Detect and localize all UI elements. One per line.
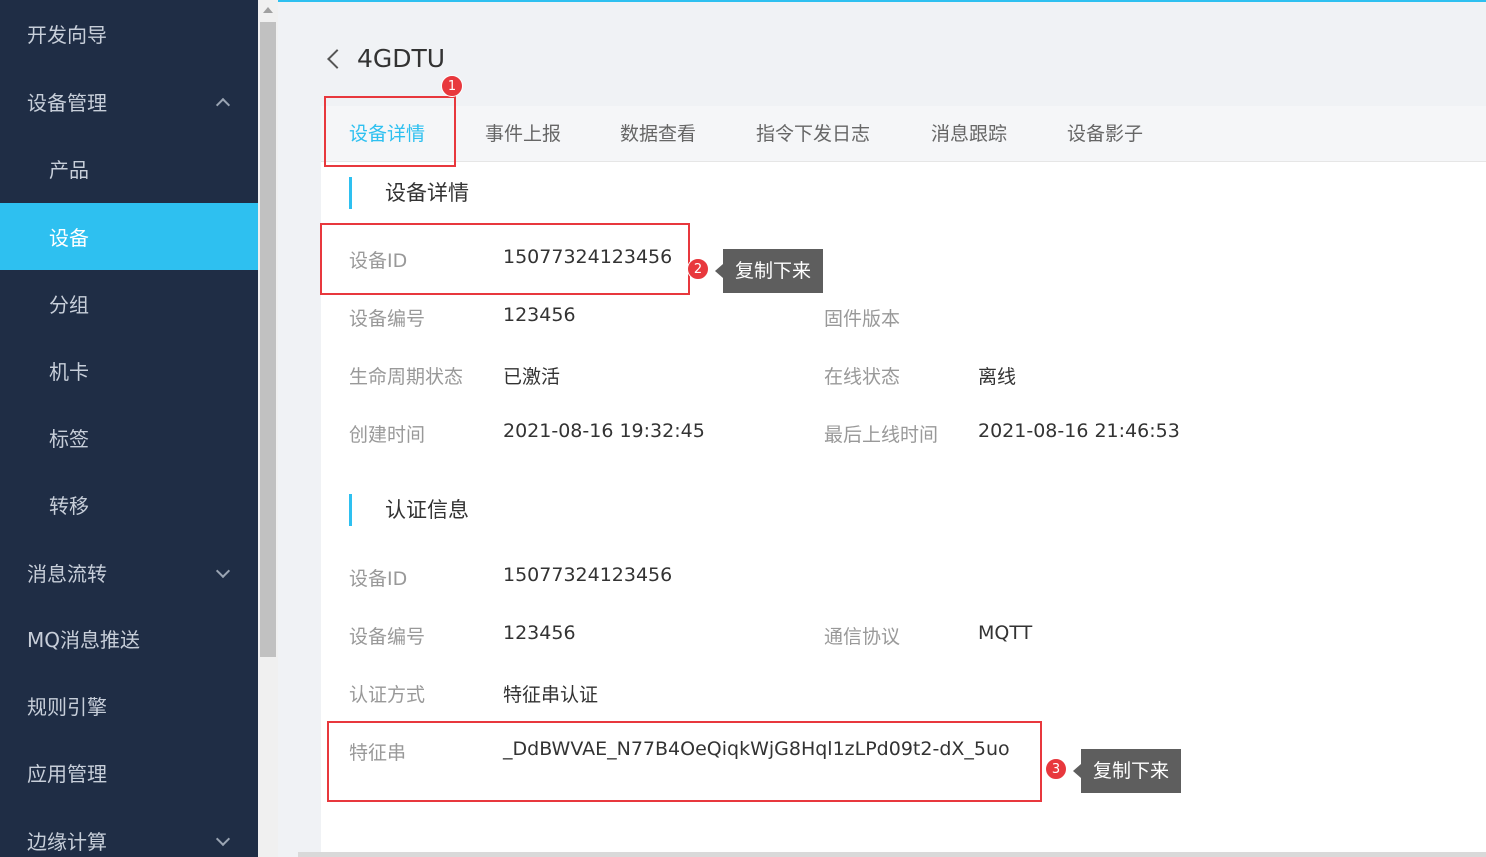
sidebar-item-label: 开发向导	[27, 23, 107, 47]
sidebar-item-device-mgmt[interactable]: 设备管理	[0, 68, 258, 135]
annotation-badge-2: 2	[687, 258, 709, 280]
sidebar-item-label: 标签	[49, 427, 89, 451]
detail-panel: 设备详情 设备ID 15077324123456 设备编号 123456 固件版…	[321, 162, 1486, 852]
section-title-device-detail: 设备详情	[349, 177, 469, 209]
annotation-badge-1: 1	[441, 75, 463, 97]
scrollbar-thumb[interactable]	[260, 22, 276, 657]
auth-device-no-value: 123456	[503, 622, 576, 644]
lifecycle-value: 已激活	[503, 366, 561, 388]
lifecycle-label: 生命周期状态	[349, 366, 464, 388]
sidebar-item-label: 设备	[49, 226, 89, 250]
sidebar-item-mq-push[interactable]: MQ消息推送	[0, 605, 258, 672]
page-title: 4GDTU	[357, 44, 446, 73]
annotation-tooltip-2: 复制下来	[714, 249, 824, 293]
created-time-value: 2021-08-16 19:32:45	[503, 420, 705, 442]
sidebar-item-label: 设备管理	[27, 91, 107, 115]
sidebar-item-device[interactable]: 设备	[0, 203, 258, 270]
scroll-up-arrow-icon[interactable]	[263, 7, 273, 13]
back-arrow-icon[interactable]	[327, 49, 347, 69]
sidebar-item-dev-guide[interactable]: 开发向导	[0, 0, 258, 67]
top-accent-line	[278, 0, 1486, 2]
tabs-bar: 设备详情 事件上报 数据查看 指令下发日志 消息跟踪 设备影子	[321, 106, 1486, 162]
sidebar-item-transfer[interactable]: 转移	[0, 471, 258, 538]
main-content: 4GDTU 设备详情 事件上报 数据查看 指令下发日志 消息跟踪 设备影子 设备…	[278, 0, 1486, 857]
online-status-label: 在线状态	[824, 366, 901, 388]
sidebar-item-label: 应用管理	[27, 762, 107, 786]
feature-string-value[interactable]: _DdBWVAE_N77B4OeQiqkWjG8Hql1zLPd09t2-dX_…	[503, 738, 1010, 760]
auth-device-no-label: 设备编号	[349, 626, 426, 648]
sidebar-scrollbar[interactable]	[258, 0, 278, 857]
device-no-value: 123456	[503, 304, 576, 326]
tab-message-trace[interactable]: 消息跟踪	[931, 106, 1007, 162]
last-online-label: 最后上线时间	[824, 424, 939, 446]
sidebar-item-edge[interactable]: 边缘计算	[0, 807, 258, 857]
sidebar-item-app-mgmt[interactable]: 应用管理	[0, 739, 258, 806]
chevron-down-icon	[215, 563, 231, 578]
firmware-label: 固件版本	[824, 308, 901, 330]
horizontal-scrollbar[interactable]	[298, 852, 1486, 857]
sidebar-item-label: MQ消息推送	[27, 628, 140, 652]
sidebar-item-tag[interactable]: 标签	[0, 404, 258, 471]
annotation-badge-3: 3	[1045, 758, 1067, 780]
sidebar-item-label: 边缘计算	[27, 830, 107, 854]
tab-data-view[interactable]: 数据查看	[620, 106, 696, 162]
online-status-value: 离线	[978, 366, 1017, 388]
tab-command-log[interactable]: 指令下发日志	[756, 106, 870, 162]
device-id-value: 15077324123456	[503, 246, 673, 268]
chevron-up-icon	[215, 97, 231, 112]
sidebar-item-label: 机卡	[49, 360, 89, 384]
created-time-label: 创建时间	[349, 424, 426, 446]
sidebar-item-label: 分组	[49, 293, 89, 317]
protocol-label: 通信协议	[824, 626, 901, 648]
tab-device-detail[interactable]: 设备详情	[349, 106, 425, 162]
sidebar-item-sim[interactable]: 机卡	[0, 337, 258, 404]
sidebar: 开发向导 设备管理 产品 设备 分组 机卡 标签 转移 消息流转 MQ消息推送 …	[0, 0, 258, 857]
sidebar-item-product[interactable]: 产品	[0, 135, 258, 202]
chevron-down-icon	[215, 831, 231, 846]
sidebar-item-group[interactable]: 分组	[0, 270, 258, 337]
sidebar-item-rule-engine[interactable]: 规则引擎	[0, 672, 258, 739]
sidebar-item-label: 转移	[49, 494, 89, 518]
sidebar-item-label: 规则引擎	[27, 695, 107, 719]
device-no-label: 设备编号	[349, 308, 426, 330]
tab-event-report[interactable]: 事件上报	[485, 106, 561, 162]
sidebar-item-label: 消息流转	[27, 562, 107, 586]
device-id-label: 设备ID	[349, 250, 408, 272]
section-title-auth-info: 认证信息	[349, 494, 469, 526]
auth-method-label: 认证方式	[349, 684, 426, 706]
sidebar-item-msg-flow[interactable]: 消息流转	[0, 539, 258, 606]
protocol-value: MQTT	[978, 622, 1033, 644]
auth-device-id-label: 设备ID	[349, 568, 408, 590]
auth-device-id-value: 15077324123456	[503, 564, 673, 586]
tab-device-shadow[interactable]: 设备影子	[1067, 106, 1143, 162]
feature-string-label: 特征串	[349, 742, 407, 764]
sidebar-item-label: 产品	[49, 158, 89, 182]
annotation-tooltip-3: 复制下来	[1072, 749, 1182, 793]
auth-method-value: 特征串认证	[503, 684, 599, 706]
last-online-value: 2021-08-16 21:46:53	[978, 420, 1180, 442]
